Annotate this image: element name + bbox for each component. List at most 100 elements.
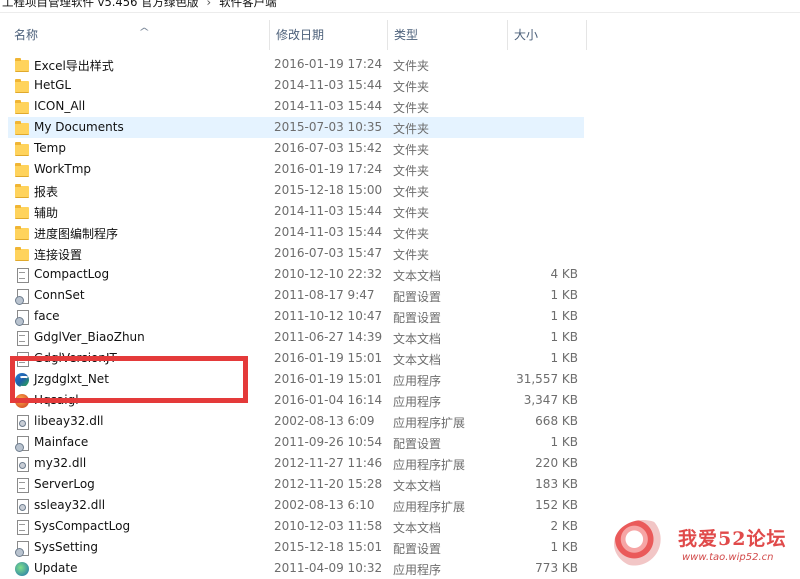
config-file-icon — [14, 309, 30, 326]
file-date: 2014-11-03 15:44 — [274, 78, 383, 92]
file-row[interactable]: CompactLog 2010-12-10 22:32 文本文档 4 KB — [8, 264, 584, 285]
folder-icon — [14, 204, 30, 220]
file-date: 2016-01-19 15:01 — [274, 351, 383, 365]
file-type: 配置设置 — [393, 311, 442, 325]
file-row[interactable]: WorkTmp 2016-01-19 17:24 文件夹 — [8, 159, 584, 180]
file-date: 2011-09-26 10:54 — [274, 435, 383, 449]
folder-icon — [14, 57, 30, 73]
file-row[interactable]: Mainface 2011-09-26 10:54 配置设置 1 KB — [8, 432, 584, 453]
file-row[interactable]: ServerLog 2012-11-20 15:28 文本文档 183 KB — [8, 474, 584, 495]
file-date: 2011-06-27 14:39 — [274, 330, 383, 344]
watermark-title: 我爱52论坛 — [678, 528, 787, 550]
file-row[interactable]: libeay32.dll 2002-08-13 6:09 应用程序扩展 668 KB — [8, 411, 584, 432]
file-size: 152 KB — [535, 498, 578, 512]
file-size: 2 KB — [550, 519, 578, 533]
file-row[interactable]: My Documents 2015-07-03 10:35 文件夹 — [8, 117, 584, 138]
text-file-icon — [14, 477, 30, 493]
file-date: 2015-12-18 15:00 — [274, 183, 383, 197]
column-header-type[interactable]: 类型 — [387, 20, 507, 50]
file-name: ssleay32.dll — [34, 498, 106, 512]
folder-icon — [14, 183, 30, 199]
watermark-logo-icon — [614, 520, 672, 568]
column-name-label: 名称 — [14, 28, 39, 42]
file-row[interactable]: Update 2011-04-09 10:32 应用程序 773 KB — [8, 558, 584, 579]
file-date: 2014-11-03 15:44 — [274, 225, 383, 239]
file-row[interactable]: SysSetting 2015-12-18 15:01 配置设置 1 KB — [8, 537, 584, 558]
file-row[interactable]: 报表 2015-12-18 15:00 文件夹 — [8, 180, 584, 201]
breadcrumb: 工程项目管理软件 v5.456 官方绿色版 › 软件客户端 — [0, 0, 800, 12]
file-date: 2011-08-17 9:47 — [274, 288, 375, 302]
file-date: 2014-11-03 15:44 — [274, 99, 383, 113]
column-header-date[interactable]: 修改日期 — [269, 20, 387, 50]
file-type: 文件夹 — [393, 185, 430, 199]
folder-icon — [14, 120, 30, 136]
file-name: ConnSet — [34, 288, 85, 302]
file-row[interactable]: Excel导出样式 2016-01-19 17:24 文件夹 — [8, 54, 584, 75]
file-row[interactable]: ConnSet 2011-08-17 9:47 配置设置 1 KB — [8, 285, 584, 306]
folder-icon — [14, 99, 30, 115]
file-row[interactable]: 进度图编制程序 2014-11-03 15:44 文件夹 — [8, 222, 584, 243]
file-row[interactable]: ICON_All 2014-11-03 15:44 文件夹 — [8, 96, 584, 117]
file-type: 应用程序扩展 — [393, 416, 466, 430]
text-file-icon — [14, 267, 30, 283]
file-type: 配置设置 — [393, 290, 442, 304]
file-name: CompactLog — [34, 267, 110, 281]
file-type: 文件夹 — [393, 59, 430, 73]
file-row[interactable]: 连接设置 2016-07-03 15:47 文件夹 — [8, 243, 584, 264]
file-name: WorkTmp — [34, 162, 92, 176]
folder-icon — [14, 141, 30, 157]
watermark: 我爱52论坛 www.tao.wip52.cn — [612, 518, 800, 574]
file-name: 报表 — [34, 185, 59, 199]
file-name: ServerLog — [34, 477, 95, 491]
file-row[interactable]: SysCompactLog 2010-12-03 11:58 文本文档 2 KB — [8, 516, 584, 537]
file-row[interactable]: Temp 2016-07-03 15:42 文件夹 — [8, 138, 584, 159]
file-date: 2011-04-09 10:32 — [274, 561, 383, 575]
file-size: 3,347 KB — [523, 393, 578, 407]
column-header-size[interactable]: 大小 — [507, 20, 587, 50]
folder-icon — [14, 78, 30, 94]
file-size: 1 KB — [550, 435, 578, 449]
file-date: 2015-07-03 10:35 — [274, 120, 383, 134]
text-file-icon — [14, 330, 30, 346]
file-row[interactable]: HetGL 2014-11-03 15:44 文件夹 — [8, 75, 584, 96]
file-row[interactable]: GdglVer_BiaoZhun 2011-06-27 14:39 文本文档 1 KB — [8, 327, 584, 348]
file-size: 31,557 KB — [516, 372, 578, 386]
file-row[interactable]: face 2011-10-12 10:47 配置设置 1 KB — [8, 306, 584, 327]
folder-icon — [14, 162, 30, 178]
file-name: my32.dll — [34, 456, 87, 470]
file-size: 4 KB — [550, 267, 578, 281]
file-row[interactable]: 辅助 2014-11-03 15:44 文件夹 — [8, 201, 584, 222]
file-name: Excel导出样式 — [34, 59, 114, 73]
file-type: 文本文档 — [393, 332, 442, 346]
file-date: 2016-01-19 17:24 — [274, 162, 383, 176]
file-type: 文件夹 — [393, 80, 430, 94]
file-row[interactable]: ssleay32.dll 2002-08-13 6:10 应用程序扩展 152 KB — [8, 495, 584, 516]
file-date: 2016-07-03 15:42 — [274, 141, 383, 155]
config-file-icon — [14, 540, 30, 557]
file-type: 文本文档 — [393, 353, 442, 367]
text-file-icon — [14, 519, 30, 535]
file-name: 辅助 — [34, 206, 59, 220]
file-type: 文件夹 — [393, 206, 430, 220]
column-header-name[interactable]: 名称 ^ — [8, 20, 268, 50]
file-name: Update — [34, 561, 78, 575]
file-name: GdglVer_BiaoZhun — [34, 330, 145, 344]
file-name: HetGL — [34, 78, 72, 92]
file-size: 668 KB — [535, 414, 578, 428]
file-type: 应用程序 — [393, 395, 442, 409]
file-type: 文件夹 — [393, 101, 430, 115]
file-name: libeay32.dll — [34, 414, 104, 428]
dll-file-icon — [14, 414, 30, 430]
breadcrumb-current[interactable]: 软件客户端 — [219, 0, 277, 9]
breadcrumb-parent[interactable]: 工程项目管理软件 v5.456 官方绿色版 — [2, 0, 199, 9]
file-type: 文件夹 — [393, 248, 430, 262]
file-name: 进度图编制程序 — [34, 227, 119, 241]
file-type: 文件夹 — [393, 143, 430, 157]
file-size: 1 KB — [550, 540, 578, 554]
file-size: 183 KB — [535, 477, 578, 491]
file-row[interactable]: my32.dll 2012-11-27 11:46 应用程序扩展 220 KB — [8, 453, 584, 474]
config-file-icon — [14, 288, 30, 305]
file-date: 2015-12-18 15:01 — [274, 540, 383, 554]
file-date: 2016-01-19 17:24 — [274, 57, 383, 71]
column-header: 名称 ^ 修改日期 类型 大小 — [0, 20, 800, 50]
